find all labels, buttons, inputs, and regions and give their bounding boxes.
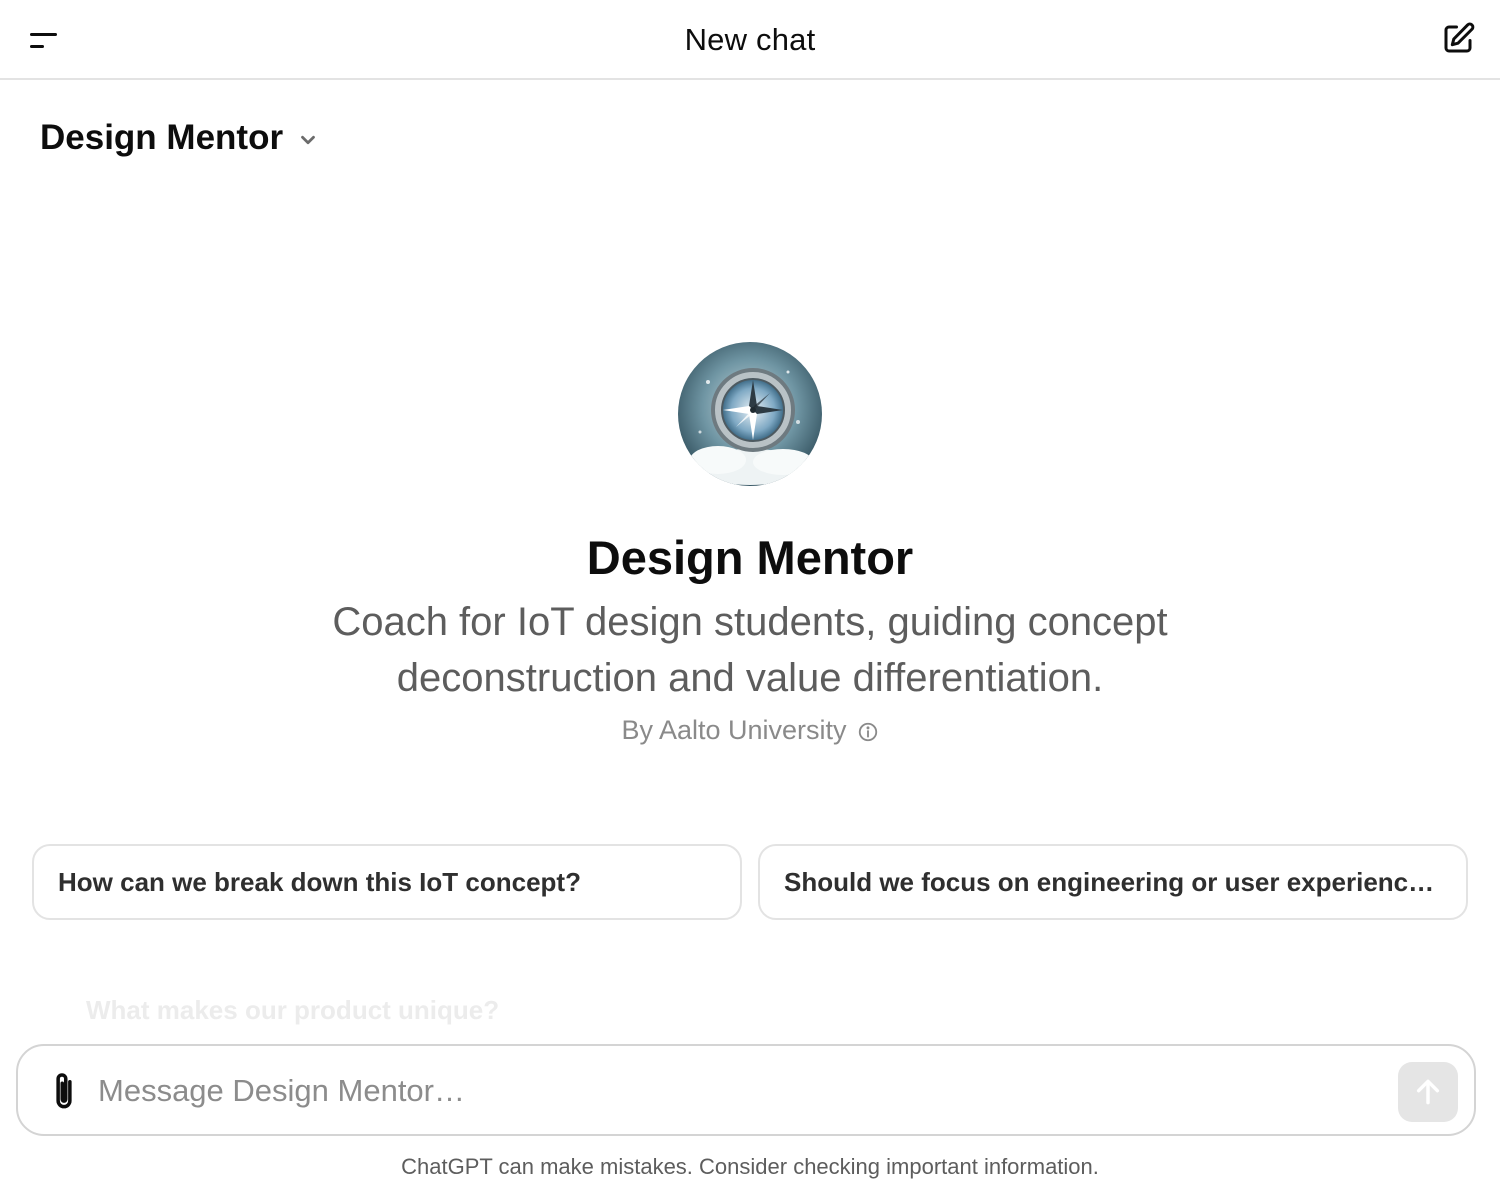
send-button[interactable] <box>1398 1062 1458 1122</box>
gpt-selector-label: Design Mentor <box>40 118 284 157</box>
gpt-description: Coach for IoT design students, guiding c… <box>332 600 1168 700</box>
edit-icon <box>1444 22 1475 53</box>
info-icon[interactable] <box>857 721 879 743</box>
gpt-author: By Aalto University <box>621 715 847 745</box>
chevron-down-icon <box>301 135 315 145</box>
paperclip-icon <box>56 1073 72 1109</box>
conversation-starter-label: Should we focus on engineering or user e… <box>784 866 1442 897</box>
gpt-selector-dropdown[interactable]: Design Mentor <box>40 112 319 164</box>
page-title: New chat <box>684 22 816 57</box>
disclaimer: ChatGPT can make mistakes. Consider chec… <box>401 1154 1099 1179</box>
message-composer <box>16 1044 1476 1136</box>
conversation-starter[interactable]: Should we focus on engineering or user e… <box>758 844 1468 920</box>
sidebar-toggle-button[interactable] <box>24 20 64 60</box>
conversation-starter-faded[interactable]: What makes our product unique? <box>86 995 499 1026</box>
conversation-starter-label: How can we break down this IoT concept? <box>58 866 581 897</box>
message-input[interactable] <box>98 1064 1378 1118</box>
gpt-name: Design Mentor <box>586 531 914 584</box>
menu-icon <box>30 32 57 36</box>
attach-button[interactable] <box>46 1070 82 1114</box>
menu-icon-bar <box>30 44 44 48</box>
compass-icon <box>678 342 822 486</box>
gpt-avatar <box>678 342 822 486</box>
conversation-starter[interactable]: How can we break down this IoT concept? <box>32 844 742 920</box>
gpt-author-row: By Aalto University <box>0 715 1500 746</box>
new-chat-button[interactable] <box>1440 21 1476 57</box>
arrow-up-icon <box>1416 1079 1440 1105</box>
top-bar: New chat <box>0 0 1500 80</box>
